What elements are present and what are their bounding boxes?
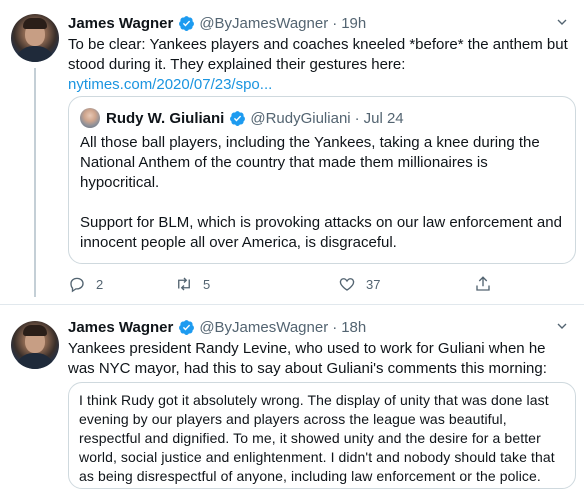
verified-badge-icon (179, 319, 195, 335)
like-count: 37 (366, 276, 381, 292)
tweet-body: To be clear: Yankees players and coaches… (68, 36, 568, 73)
tweet-text: Yankees president Randy Levine, who used… (68, 340, 547, 377)
author-handle[interactable]: @ByJamesWagner (199, 319, 328, 336)
share-icon (476, 276, 490, 291)
quoted-paragraph-2: Support for BLM, which is provoking atta… (80, 214, 562, 251)
tweet-time[interactable]: 19h (341, 15, 366, 32)
quoted-author-name: Rudy W. Giuliani (106, 109, 225, 127)
quoted-statement: I think Rudy got it absolutely wrong. Th… (68, 382, 576, 489)
quoted-avatar (80, 108, 100, 128)
retweet-count: 5 (203, 276, 211, 292)
author-name[interactable]: James Wagner (68, 15, 173, 32)
verified-badge-icon (230, 110, 246, 126)
statement-text: I think Rudy got it absolutely wrong. Th… (79, 392, 555, 484)
heart-icon (339, 278, 355, 291)
like-button[interactable]: 37 (338, 275, 380, 293)
avatar[interactable] (11, 14, 59, 62)
retweet-icon (178, 277, 190, 291)
share-button[interactable] (474, 275, 492, 293)
tweet-header: James Wagner @ByJamesWagner · 19h (68, 12, 574, 34)
separator-dot: · (354, 109, 360, 127)
chevron-down-icon[interactable] (554, 14, 570, 30)
reply-count: 2 (96, 276, 104, 292)
avatar[interactable] (11, 321, 59, 369)
separator-dot: · (332, 318, 338, 336)
quoted-paragraph-1: All those ball players, including the Ya… (80, 134, 540, 191)
action-bar: 2 5 37 (68, 273, 498, 295)
reply-button[interactable]: 2 (68, 275, 103, 293)
tweet-time[interactable]: 18h (341, 319, 366, 336)
quoted-time: Jul 24 (363, 109, 404, 127)
tweet-text: To be clear: Yankees players and coaches… (68, 35, 574, 95)
tweet-header: James Wagner @ByJamesWagner · 18h (68, 316, 574, 338)
article-link[interactable]: nytimes.com/2020/07/23/spo... (68, 75, 574, 95)
author-handle[interactable]: @ByJamesWagner (199, 15, 328, 32)
verified-badge-icon (179, 15, 195, 31)
author-name[interactable]: James Wagner (68, 319, 173, 336)
quoted-text: All those ball players, including the Ya… (80, 133, 564, 253)
quoted-author-handle: @RudyGiuliani (250, 109, 351, 127)
tweet-divider (0, 304, 584, 305)
chevron-down-icon[interactable] (554, 318, 570, 334)
reply-icon (70, 277, 84, 293)
separator-dot: · (332, 14, 338, 32)
quoted-tweet[interactable]: Rudy W. Giuliani @RudyGiuliani · Jul 24 … (68, 96, 576, 264)
retweet-button[interactable]: 5 (175, 275, 210, 293)
thread-line (34, 68, 36, 297)
